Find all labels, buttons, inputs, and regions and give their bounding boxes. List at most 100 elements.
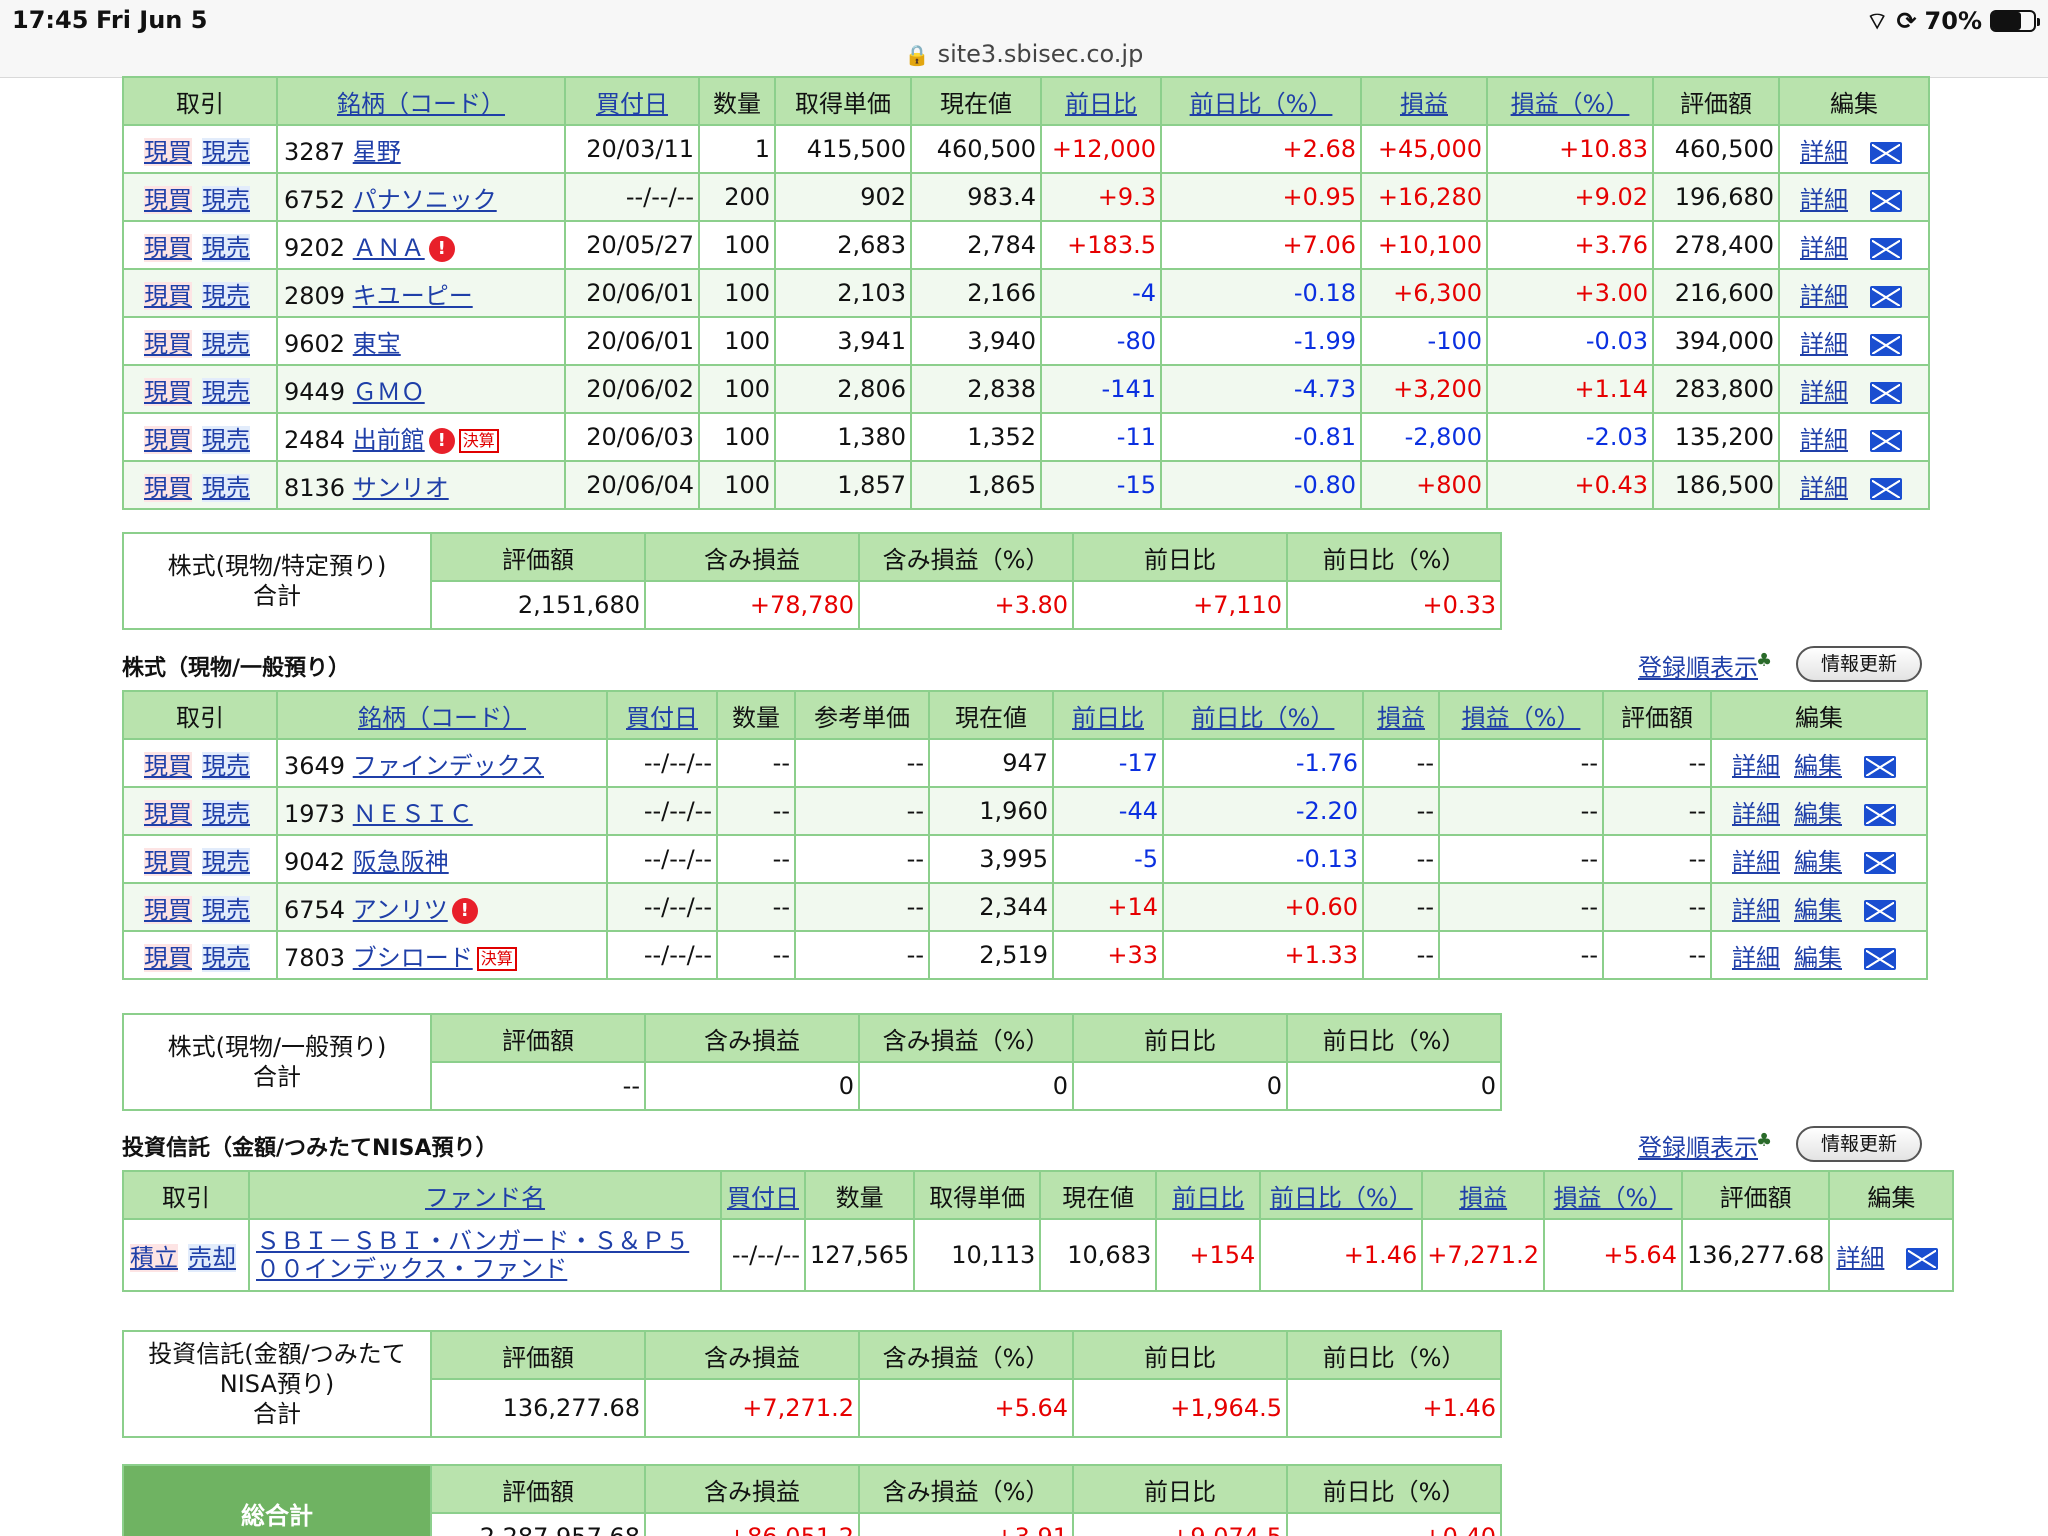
detail-link[interactable]: 詳細 [1800,378,1848,406]
sell-link[interactable]: 現売 [202,329,250,358]
column-header-label[interactable]: 前日比 [1172,1184,1244,1212]
detail-link[interactable]: 詳細 [1800,234,1848,262]
stock-name-link[interactable]: ＡＮＡ [353,234,425,262]
column-header-label[interactable]: 前日比（%） [1192,704,1335,732]
alert-icon[interactable]: ! [451,897,478,924]
column-header-label[interactable]: ファンド名 [425,1184,545,1212]
edit-link[interactable]: 編集 [1794,896,1842,924]
column-header-label[interactable]: 損益 [1400,90,1448,118]
buy-link[interactable]: 現買 [144,185,192,214]
buy-link[interactable]: 現買 [144,137,192,166]
buy-link[interactable]: 現買 [144,377,192,406]
stock-name-link[interactable]: アンリツ [353,896,448,924]
buy-link[interactable]: 現買 [144,281,192,310]
buy-link[interactable]: 現買 [144,425,192,454]
sell-link[interactable]: 現売 [202,281,250,310]
mail-icon[interactable] [1870,189,1902,212]
stock-name-link[interactable]: 東宝 [353,330,401,358]
column-header-label[interactable]: 銘柄（コード） [358,704,526,732]
stock-name-link[interactable]: パナソニック [353,186,497,214]
sell-link[interactable]: 現売 [202,377,250,406]
column-header-label[interactable]: 銘柄（コード） [337,90,505,118]
mail-icon[interactable] [1870,477,1902,500]
alert-icon[interactable]: ! [428,235,455,262]
sell-link[interactable]: 現売 [202,895,250,924]
fund-refresh-button[interactable]: 情報更新 [1796,1126,1922,1162]
fund-name-link[interactable]: ＳＢＩ－ＳＢＩ・バンガード・Ｓ＆Ｐ５ [256,1227,716,1255]
column-header-label[interactable]: 前日比 [1072,704,1144,732]
edit-link[interactable]: 編集 [1794,752,1842,780]
detail-link[interactable]: 詳細 [1800,186,1848,214]
column-header-label[interactable]: 買付日 [626,704,698,732]
detail-link[interactable]: 詳細 [1732,944,1780,972]
stock-name-link[interactable]: ＧＭＯ [353,378,425,406]
buy-link[interactable]: 現買 [144,473,192,502]
stock-name-link[interactable]: ブシロード [353,944,473,972]
general-refresh-button[interactable]: 情報更新 [1796,646,1922,682]
fund-name-link-2[interactable]: ００インデックス・ファンド [256,1255,716,1283]
buy-link[interactable]: 現買 [144,751,192,780]
sell-link[interactable]: 現売 [202,233,250,262]
buy-link[interactable]: 現買 [144,847,192,876]
buy-link[interactable]: 現買 [144,895,192,924]
buy-link[interactable]: 現買 [144,943,192,972]
mail-icon[interactable] [1870,285,1902,308]
mail-icon[interactable] [1870,237,1902,260]
buy-link[interactable]: 現買 [144,799,192,828]
buy-link[interactable]: 現買 [144,233,192,262]
mail-icon[interactable] [1864,851,1896,874]
mail-icon[interactable] [1906,1247,1939,1270]
mail-icon[interactable] [1864,899,1896,922]
detail-link[interactable]: 詳細 [1800,282,1848,310]
stock-name-link[interactable]: サンリオ [353,474,449,502]
sell-link[interactable]: 現売 [202,137,250,166]
detail-link[interactable]: 詳細 [1800,426,1848,454]
mail-icon[interactable] [1864,803,1896,826]
detail-link[interactable]: 詳細 [1800,138,1848,166]
detail-link[interactable]: 詳細 [1800,330,1848,358]
alert-icon[interactable]: ! [428,427,455,454]
edit-link[interactable]: 編集 [1794,848,1842,876]
mail-icon[interactable] [1870,429,1902,452]
sell-link[interactable]: 現売 [202,847,250,876]
column-header-label[interactable]: 損益（%） [1511,90,1630,118]
stock-name-link[interactable]: 出前館 [353,426,425,454]
column-header-label[interactable]: 損益 [1459,1184,1507,1212]
fund-sell-link[interactable]: 売却 [188,1243,236,1272]
column-header-label[interactable]: 買付日 [596,90,668,118]
detail-link[interactable]: 詳細 [1732,800,1780,828]
stock-name-link[interactable]: ファインデックス [353,752,544,780]
stock-name-link[interactable]: キユーピー [353,282,473,310]
column-header-label[interactable]: 損益（%） [1554,1184,1673,1212]
sell-link[interactable]: 現売 [202,751,250,780]
column-header-label[interactable]: 前日比 [1065,90,1137,118]
address-bar[interactable]: 🔒 site3.sbisec.co.jp [0,40,2048,68]
detail-link[interactable]: 詳細 [1732,752,1780,780]
column-header-label[interactable]: 損益 [1377,704,1425,732]
sell-link[interactable]: 現売 [202,799,250,828]
column-header-label[interactable]: 損益（%） [1462,704,1581,732]
fund-buy-link[interactable]: 積立 [130,1243,178,1272]
sell-link[interactable]: 現売 [202,185,250,214]
fund-order-link[interactable]: 登録順表示 [1638,1128,1758,1163]
stock-name-link[interactable]: 星野 [353,138,401,166]
general-order-link[interactable]: 登録順表示 [1638,648,1758,683]
mail-icon[interactable] [1864,947,1896,970]
column-header-label[interactable]: 前日比（%） [1190,90,1333,118]
sell-link[interactable]: 現売 [202,943,250,972]
detail-link[interactable]: 詳細 [1836,1244,1884,1272]
buy-link[interactable]: 現買 [144,329,192,358]
sell-link[interactable]: 現売 [202,425,250,454]
sell-link[interactable]: 現売 [202,473,250,502]
stock-name-link[interactable]: 阪急阪神 [353,848,449,876]
stock-name-link[interactable]: ＮＥＳＩＣ [353,800,473,828]
edit-link[interactable]: 編集 [1794,800,1842,828]
detail-link[interactable]: 詳細 [1732,896,1780,924]
mail-icon[interactable] [1870,381,1902,404]
edit-link[interactable]: 編集 [1794,944,1842,972]
detail-link[interactable]: 詳細 [1732,848,1780,876]
column-header-label[interactable]: 買付日 [727,1184,799,1212]
mail-icon[interactable] [1864,755,1896,778]
column-header-label[interactable]: 前日比（%） [1270,1184,1413,1212]
mail-icon[interactable] [1870,141,1902,164]
